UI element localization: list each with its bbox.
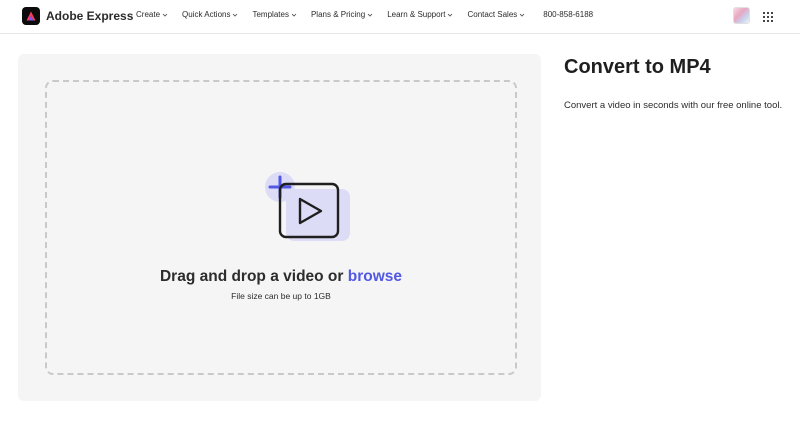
nav-item-label: Quick Actions [182,10,231,19]
main-nav: Create Quick Actions Templates Plans & P… [136,10,593,19]
browse-link[interactable]: browse [348,268,402,285]
nav-item-label: Plans & Pricing [310,10,366,19]
nav-item-label: Learn & Support [387,10,446,19]
brand-name: Adobe Express [46,9,134,23]
page-description: Convert a video in seconds with our free… [564,100,783,111]
nav-item-label: Templates [252,10,289,19]
sales-phone-number[interactable]: 800-858-6188 [543,10,593,19]
upload-card: Drag and drop a video or browse File siz… [18,54,541,401]
user-avatar[interactable] [733,7,750,24]
adobe-express-logo-icon [22,7,40,25]
add-video-icon [265,172,350,241]
nav-item-learn-support[interactable]: Learn & Support [387,10,453,19]
file-size-hint: File size can be up to 1GB [231,291,331,301]
nav-item-label: Contact Sales [467,10,518,19]
dropzone-heading: Drag and drop a video or browse [47,268,515,286]
nav-item-quick-actions[interactable]: Quick Actions [182,10,238,19]
dropzone-heading-text: Drag and drop a video or [159,268,348,285]
apps-grid-icon[interactable] [763,12,773,22]
chevron-down-icon [519,13,525,17]
brand-home-link[interactable]: Adobe Express [22,7,133,25]
chevron-down-icon [162,13,168,17]
nav-item-label: Create [136,10,161,19]
video-dropzone[interactable]: Drag and drop a video or browse File siz… [45,80,517,375]
nav-item-plans-pricing[interactable]: Plans & Pricing [311,10,373,19]
top-navigation-bar: Adobe Express Create Quick Actions Templ… [0,0,800,34]
chevron-down-icon [448,13,453,17]
chevron-down-icon [233,13,238,17]
nav-item-create[interactable]: Create [136,10,168,19]
nav-item-templates[interactable]: Templates [252,10,297,19]
page-title: Convert to MP4 [564,56,711,78]
chevron-down-icon [291,13,297,17]
nav-item-contact-sales[interactable]: Contact Sales [467,10,525,19]
chevron-down-icon [367,13,373,17]
